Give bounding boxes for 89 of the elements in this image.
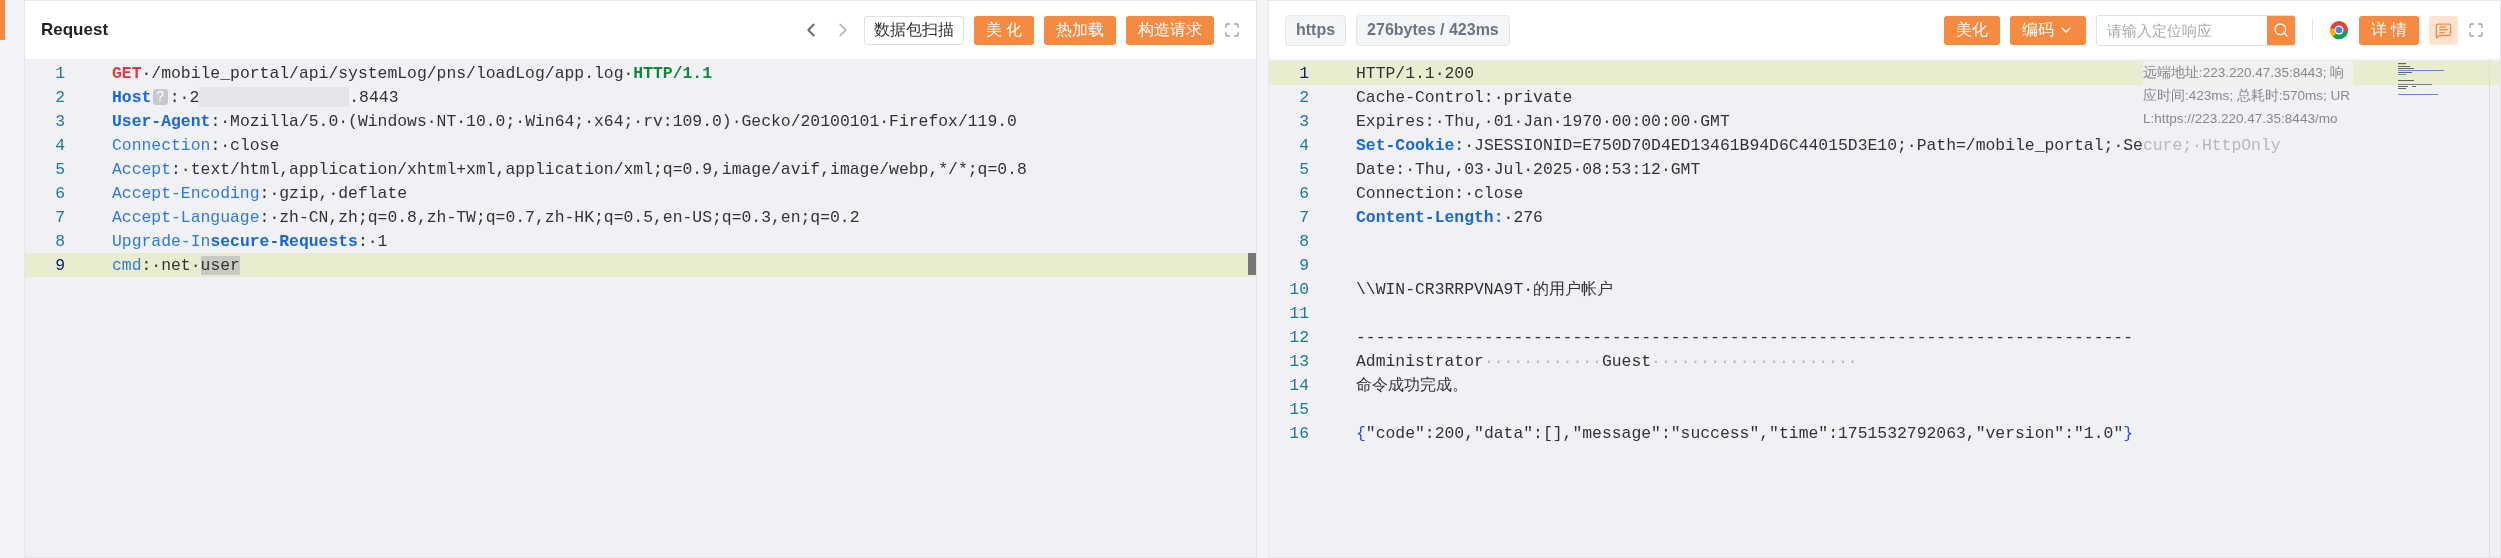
line-number: 15: [1288, 399, 1310, 419]
message-icon: [2435, 21, 2452, 39]
line-number: 5: [54, 159, 66, 179]
line-number: 5: [1298, 159, 1310, 179]
code-text: :·close: [210, 135, 280, 155]
code-text: ·/mobile_portal/api/systemLog/pns/loadLog/app.log·: [141, 63, 634, 83]
fullscreen-icon[interactable]: [1224, 22, 1240, 38]
code-text: Guest: [1601, 351, 1652, 371]
code-text: {: [1356, 423, 1366, 443]
code-text: cmd: [112, 255, 142, 275]
encoding-dropdown[interactable]: 编码: [2009, 15, 2086, 45]
line-number: 4: [1298, 135, 1310, 155]
code-text: :·Mozilla/5.0·(Windows·NT·10.0;·Win64;·x64;·rv:109.0)·Gecko/20100101·Firefox/119.0: [210, 111, 1017, 131]
line-number: 2: [54, 87, 66, 107]
code-text: .8443: [349, 87, 399, 107]
code-text: GET: [112, 63, 142, 83]
line-number: 13: [1288, 351, 1310, 371]
code-text: Date:·Thu,·03·Jul·2025·08:53:12·GMT: [1356, 159, 1701, 179]
code-text: Connection: [112, 135, 211, 155]
code-text: secure-Requests: [210, 231, 358, 251]
line-number: 12: [1288, 327, 1310, 347]
code-text: \\WIN-CR3RRPVNA9T·的用户帐户: [1356, 279, 1614, 300]
code-text: Upgrade-In: [112, 231, 211, 251]
code-text: }: [2123, 423, 2134, 443]
code-text: HTTP/1.1·200: [1356, 63, 1475, 83]
code-text: ·JSESSIONID=E750D70D4ED13461B94D6C44015D3E10;·Path=/mobile_portal;·Se: [1464, 135, 2143, 155]
code-text: -------------------------------------------------------------------------------: [1356, 327, 2134, 347]
line-number: 7: [1298, 207, 1310, 227]
code-text: :·1: [357, 231, 388, 251]
minimap-drawing: [2398, 63, 2444, 97]
scroll-marker: [1248, 253, 1256, 275]
code-text: Content-Length:: [1356, 207, 1504, 227]
code-text: Accept-Encoding: [112, 183, 260, 203]
beautify-button[interactable]: 美化: [1943, 15, 2000, 45]
detail-button[interactable]: 详 情: [2358, 15, 2419, 45]
code-text: Cache-Control:·private: [1356, 87, 1573, 107]
line-number: 1: [54, 63, 66, 83]
line-number: 6: [54, 183, 66, 203]
code-text: Connection:·close: [1356, 183, 1524, 203]
code-text: HTTP/1.1: [633, 63, 713, 83]
line-number: 16: [1288, 423, 1310, 443]
line-number: 3: [1298, 111, 1310, 131]
line-number: 2: [1298, 87, 1310, 107]
browser-icon[interactable]: [2328, 20, 2349, 40]
code-text: :·2: [169, 87, 200, 107]
code-text: Set-Cookie:: [1356, 135, 1465, 155]
code-text: Administrator: [1356, 351, 1484, 371]
code-text: :·gzip,·deflate: [259, 183, 408, 203]
scan-button[interactable]: 数据包扫描: [863, 15, 964, 45]
code-text: User-Agent: [112, 111, 211, 131]
line-number: 8: [54, 231, 66, 251]
code-text: :·zh-CN,zh;q=0.8,zh-TW;q=0.7,zh-HK;q=0.5,en-US;q=0.3,en;q=0.2: [259, 207, 860, 227]
panel-title: Request: [41, 20, 109, 40]
code-text: :·text/html,application/xhtml+xml,application/xml;q=0.9,image/avif,image/webp,*/*;q=0.8: [171, 159, 1027, 179]
line-number: 10: [1288, 279, 1310, 299]
line-number: 11: [1288, 303, 1310, 323]
action-button[interactable]: 美 化: [973, 15, 1034, 45]
search-field[interactable]: 请输入定位响应: [2095, 14, 2296, 46]
code-text: Host: [112, 87, 152, 107]
line-number: 7: [54, 207, 66, 227]
code-text: :·net·: [141, 255, 201, 275]
search-button[interactable]: [2266, 15, 2295, 45]
line-number: 9: [1298, 255, 1310, 275]
code-text: Accept: [112, 159, 172, 179]
line-number: 1: [1298, 63, 1310, 83]
action-button[interactable]: 构造请求: [1126, 15, 1214, 45]
code-text: ·276: [1503, 207, 1543, 227]
unknown-badge: ?: [153, 89, 168, 105]
code-text: ·····················: [1651, 351, 1858, 371]
code-text: Expires:·Thu,·01·Jan·1970·00:00:00·GMT: [1356, 111, 1730, 131]
stats-tag: 276bytes / 423ms: [1356, 14, 1510, 46]
line-number: 14: [1288, 375, 1310, 395]
code-text: ············: [1483, 351, 1602, 371]
action-button[interactable]: 热加载: [1044, 15, 1116, 45]
fullscreen-icon[interactable]: [2468, 22, 2484, 38]
message-button[interactable]: [2429, 15, 2458, 45]
line-number: 9: [54, 255, 66, 275]
line-number: 4: [54, 135, 66, 155]
code-text: cure;·HttpOnly: [2142, 135, 2281, 155]
code-text: Accept-Language: [112, 207, 260, 227]
protocol-tag: https: [1285, 14, 1347, 46]
code-text: 命令成功完成。: [1356, 375, 1468, 396]
accent-strip: [0, 0, 5, 40]
code-text: "code":200,"data":[],"message":"success","time":1751532792063,"version":"1.0": [1365, 423, 2124, 443]
line-number: 6: [1298, 183, 1310, 203]
line-number: 8: [1298, 231, 1310, 251]
line-number: 3: [54, 111, 66, 131]
search-icon: [2272, 22, 2289, 38]
selected-text: user: [200, 255, 240, 275]
